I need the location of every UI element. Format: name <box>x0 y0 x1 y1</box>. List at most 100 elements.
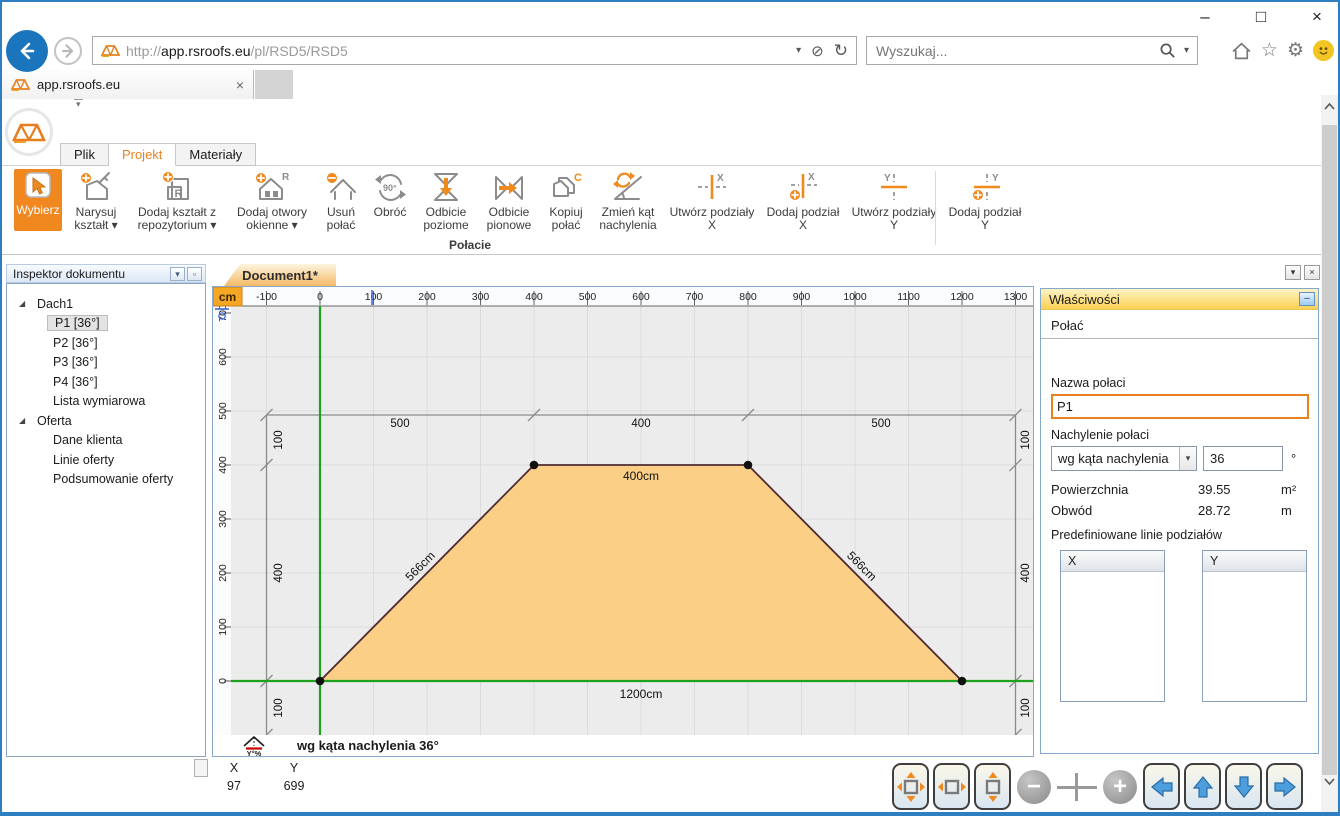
tab-projekt[interactable]: Projekt <box>109 143 176 166</box>
zoom-out-button[interactable]: − <box>1017 770 1051 804</box>
search-box: ▾ <box>866 36 1198 65</box>
feedback-smiley-icon[interactable] <box>1313 40 1334 61</box>
svg-text:X: X <box>808 172 815 183</box>
expander-icon[interactable]: ◢ <box>19 299 28 308</box>
slope-mode-select[interactable]: wg kąta nachylenia ▾ <box>1051 446 1197 471</box>
vertex-point[interactable] <box>744 461 753 470</box>
new-tab-stub[interactable] <box>255 70 293 99</box>
narysuj-ksztalt-button[interactable]: Narysuj kształt ▾ <box>69 169 123 233</box>
kopiuj-polac-button[interactable]: C Kopiuj połać <box>544 169 588 233</box>
scrollbar-thumb[interactable] <box>1322 125 1337 775</box>
splitter-collapse-button[interactable] <box>194 759 208 777</box>
utworz-podzialy-x-button[interactable]: X Utwórz podziały X <box>668 169 756 233</box>
back-button[interactable] <box>6 30 48 72</box>
vertex-point[interactable] <box>958 677 967 686</box>
stop-icon[interactable]: ⊘ <box>811 42 824 60</box>
dodaj-podzial-y-button[interactable]: Y Dodaj podział Y <box>945 169 1025 233</box>
tree-item-podsumowanie[interactable]: Podsumowanie oferty <box>7 470 205 490</box>
view-controls: − + <box>892 763 1303 810</box>
dodaj-ksztalt-z-repozytorium-button[interactable]: R Dodaj kształt z repozytorium ▾ <box>130 169 224 233</box>
fit-all-icon <box>897 772 925 802</box>
obroc-button[interactable]: 90° Obróć <box>369 169 411 219</box>
pan-up-button[interactable] <box>1184 763 1221 810</box>
document-tab[interactable]: Document1* <box>224 264 336 286</box>
section-label: Połać <box>1051 318 1308 333</box>
selected-item[interactable]: P1 [36°] <box>47 315 108 331</box>
slope-mode-icon: Y°% <box>241 735 267 757</box>
tree-item-p1[interactable]: P1 [36°] <box>7 314 205 334</box>
add-division-y-icon: Y <box>967 170 1003 204</box>
tab-materialy[interactable]: Materiały <box>176 143 256 166</box>
dim-label: 400 <box>631 418 650 430</box>
vertex-point[interactable] <box>530 461 539 470</box>
slope-name-input[interactable] <box>1051 394 1309 419</box>
search-icon[interactable] <box>1159 42 1176 59</box>
forward-button[interactable] <box>54 37 82 65</box>
tree-item-p3[interactable]: P3 [36°] <box>7 353 205 373</box>
pan-right-button[interactable] <box>1266 763 1303 810</box>
scroll-up-icon[interactable] <box>1321 97 1338 115</box>
drawing-canvas[interactable]: -100 0 100 200 300 400 500 600 700 800 9… <box>213 287 1033 735</box>
page-scrollbar[interactable] <box>1321 95 1338 812</box>
odbicie-poziome-button[interactable]: Odbicie poziome <box>418 169 474 233</box>
zoom-slider[interactable] <box>1057 770 1097 804</box>
home-icon[interactable] <box>1231 41 1252 61</box>
copy-slope-icon: C <box>548 170 584 204</box>
tree-item-oferta[interactable]: ◢ Oferta <box>7 411 205 431</box>
search-input[interactable] <box>867 42 1159 60</box>
usun-polac-button[interactable]: Usuń połać <box>320 169 362 233</box>
mirror-vertical-icon <box>491 170 527 204</box>
select-cursor-icon <box>22 170 54 202</box>
select-dropdown-icon[interactable]: ▾ <box>1179 447 1196 470</box>
fit-height-button[interactable] <box>974 763 1011 810</box>
pan-down-button[interactable] <box>1225 763 1262 810</box>
expander-icon[interactable]: ◢ <box>19 416 28 425</box>
browser-tab[interactable]: app.rsroofs.eu × <box>2 70 254 99</box>
refresh-icon[interactable]: ↻ <box>834 41 848 61</box>
tab-close-icon[interactable]: × <box>236 77 244 93</box>
properties-panel: Właściwości – Połać Nazwa połaci Nachyle… <box>1040 288 1319 754</box>
dodaj-podzial-x-button[interactable]: X Dodaj podział X <box>763 169 843 233</box>
scroll-down-icon[interactable] <box>1321 772 1338 790</box>
ruler-label: 700 <box>686 291 704 303</box>
properties-minimize-icon[interactable]: – <box>1299 292 1315 306</box>
zoom-in-button[interactable]: + <box>1103 770 1137 804</box>
odbicie-pionowe-button[interactable]: Odbicie pionowe <box>481 169 537 233</box>
inspector-dropdown-icon[interactable]: ▾ <box>170 267 185 281</box>
settings-gear-icon[interactable]: ⚙ <box>1287 41 1304 60</box>
tree-item-dane-klienta[interactable]: Dane klienta <box>7 431 205 451</box>
slope-angle-input[interactable] <box>1203 446 1283 471</box>
search-dropdown-icon[interactable]: ▾ <box>1184 45 1189 56</box>
dodaj-otwory-okienne-button[interactable]: R Dodaj otwory okienne ▾ <box>231 169 313 233</box>
tree-item-linie-oferty[interactable]: Linie oferty <box>7 450 205 470</box>
divisions-x-listbox[interactable]: X <box>1060 550 1165 702</box>
doc-close-icon[interactable]: × <box>1304 265 1320 280</box>
name-label: Nazwa połaci <box>1051 376 1308 390</box>
tree-item-lista-wymiarowa[interactable]: Lista wymiarowa <box>7 392 205 412</box>
tree-item-p2[interactable]: P2 [36°] <box>7 333 205 353</box>
pan-left-button[interactable] <box>1143 763 1180 810</box>
wybierz-button[interactable]: Wybierz <box>14 169 62 231</box>
address-dropdown-icon[interactable]: ▾ <box>796 45 801 56</box>
utworz-podzialy-y-button[interactable]: Y Utwórz podziały Y <box>850 169 938 233</box>
doc-dropdown-icon[interactable]: ▾ <box>1285 265 1301 280</box>
address-bar[interactable]: http://app.rsroofs.eu/pl/RSD5/RSD5 ▾ ⊘ ↻ <box>92 36 857 65</box>
ruler-label: 1000 <box>843 291 867 303</box>
divisions-y-listbox[interactable]: Y <box>1202 550 1307 702</box>
fit-width-button[interactable] <box>933 763 970 810</box>
minimize-button[interactable]: – <box>1190 4 1220 30</box>
tree-item-p4[interactable]: P4 [36°] <box>7 372 205 392</box>
slope-label: Nachylenie połaci <box>1051 428 1308 442</box>
fit-all-button[interactable] <box>892 763 929 810</box>
zmien-kat-nachylenia-button[interactable]: Zmień kąt nachylenia <box>595 169 661 233</box>
vertex-point[interactable] <box>316 677 325 686</box>
tree-item-dach1[interactable]: ◢ Dach1 <box>7 294 205 314</box>
favorites-star-icon[interactable]: ☆ <box>1261 41 1278 60</box>
inspector-collapse-icon[interactable]: ▫ <box>187 267 202 281</box>
close-button[interactable]: × <box>1302 4 1332 30</box>
dim-label: 100 <box>273 698 285 717</box>
quick-access-chevron-icon[interactable]: ▾ <box>74 99 83 108</box>
maximize-button[interactable]: □ <box>1246 4 1276 30</box>
svg-text:R: R <box>175 188 183 200</box>
tab-plik[interactable]: Plik <box>60 143 109 166</box>
